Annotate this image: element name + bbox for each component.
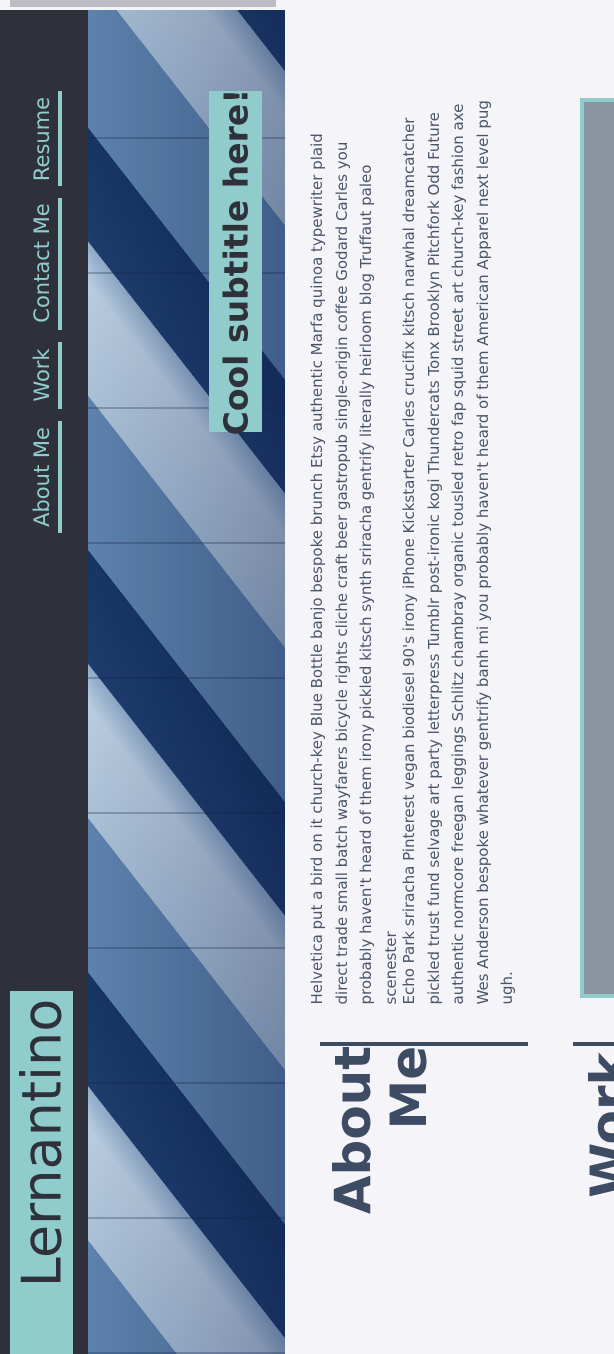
- nav-link-about-me[interactable]: About Me: [30, 427, 54, 527]
- about-paragraph-2: Echo Park sriracha Pinterest vegan biodi…: [399, 100, 516, 1005]
- nav-underline-work: [58, 342, 62, 409]
- horizontal-scrollbar[interactable]: [10, 0, 276, 7]
- work-heading: Work: [580, 1052, 614, 1198]
- work-heading-rule: [573, 1042, 614, 1046]
- about-paragraph-1: Helvetica put a bird on it church-key Bl…: [308, 133, 400, 1005]
- nav-underline-resume: [58, 91, 62, 186]
- work-panel: [580, 98, 614, 998]
- about-heading: About Me: [324, 1045, 438, 1215]
- nav-link-resume[interactable]: Resume: [30, 97, 54, 181]
- nav-link-work[interactable]: Work: [30, 348, 54, 401]
- nav-underline-about-me: [58, 421, 62, 533]
- about-heading-line2: Me: [380, 1045, 438, 1130]
- nav-underline-contact-me: [58, 198, 62, 330]
- site-logo[interactable]: Lernantino: [11, 999, 74, 1288]
- nav-link-contact-me[interactable]: Contact Me: [30, 203, 54, 322]
- about-heading-line1: About: [324, 1045, 382, 1215]
- hero-subtitle: Cool subtitle here!: [216, 88, 256, 436]
